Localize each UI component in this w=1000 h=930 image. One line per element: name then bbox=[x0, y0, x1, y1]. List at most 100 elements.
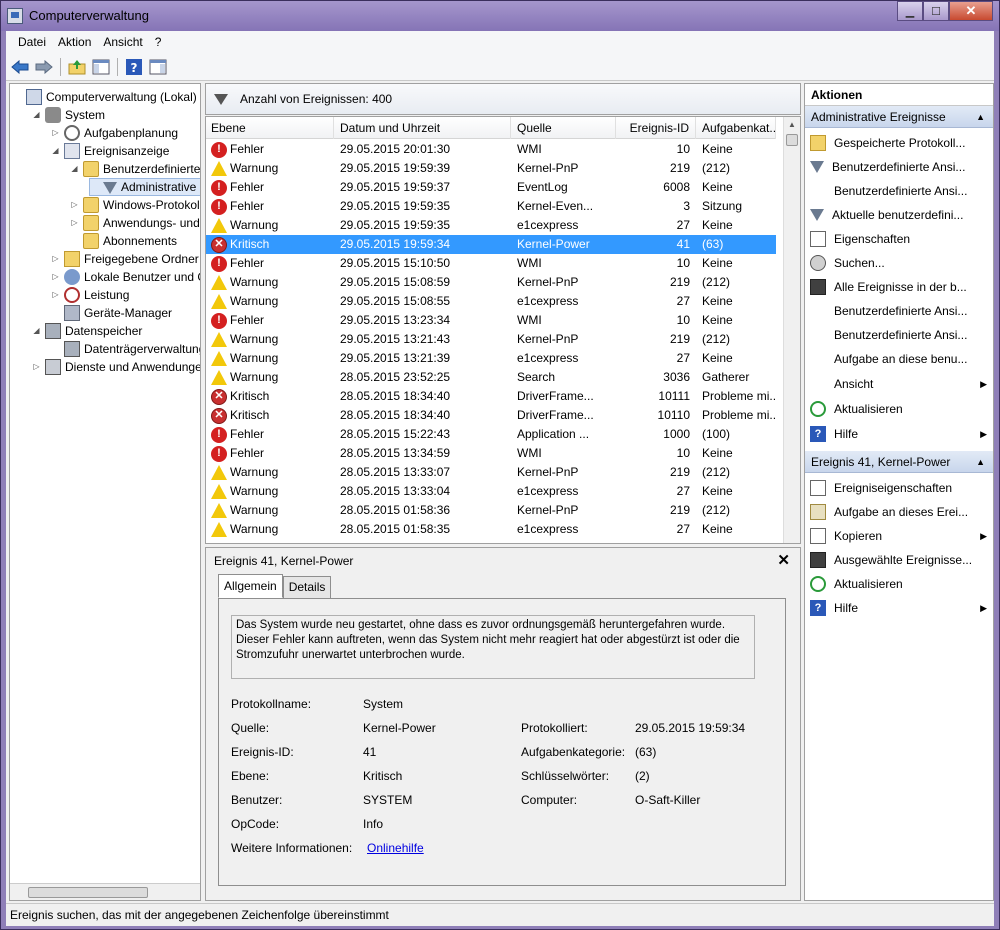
table-row[interactable]: ! Fehler 29.05.2015 19:59:37 EventLog 6008 Ke… bbox=[206, 178, 776, 197]
action-item[interactable]: Ereigniseigenschaften bbox=[805, 477, 993, 499]
column-header-quelle[interactable]: Quelle bbox=[511, 117, 616, 139]
detail-close-icon[interactable]: ✕ bbox=[777, 551, 790, 569]
tab-allgemein[interactable]: Allgemein bbox=[218, 574, 283, 598]
minimize-button[interactable]: ▁ bbox=[897, 1, 923, 21]
tree-node[interactable]: ◢ Benutzerdefinierte A bbox=[70, 160, 200, 178]
table-row[interactable]: Warnung 29.05.2015 15:08:59 Kernel-PnP 219 (… bbox=[206, 273, 776, 292]
action-item[interactable]: Benutzerdefinierte Ansi... bbox=[805, 156, 993, 178]
table-row[interactable]: Warnung 29.05.2015 13:21:39 e1cexpress 27 Ke… bbox=[206, 349, 776, 368]
action-item[interactable]: Benutzerdefinierte Ansi... bbox=[805, 180, 993, 202]
column-header-aufgabenkategorie[interactable]: Aufgabenkat... bbox=[696, 117, 776, 139]
table-row[interactable]: Warnung 28.05.2015 01:58:36 Kernel-PnP 219 (… bbox=[206, 501, 776, 520]
table-row[interactable]: Warnung 29.05.2015 13:21:43 Kernel-PnP 219 (… bbox=[206, 330, 776, 349]
table-row[interactable]: Warnung 29.05.2015 15:08:55 e1cexpress 27 Ke… bbox=[206, 292, 776, 311]
tree-node[interactable]: ▷ Aufgabenplanung bbox=[51, 124, 178, 142]
action-item[interactable]: Ansicht ▶ bbox=[805, 373, 993, 395]
menu-ansicht[interactable]: Ansicht bbox=[97, 35, 148, 49]
table-vertical-scrollbar[interactable]: ▲ bbox=[783, 117, 800, 543]
table-row[interactable]: Warnung 29.05.2015 19:59:35 e1cexpress 27 Ke… bbox=[206, 216, 776, 235]
expand-icon[interactable]: ▷ bbox=[32, 362, 41, 372]
action-item[interactable]: ? Hilfe ▶ bbox=[805, 423, 993, 445]
scroll-thumb[interactable] bbox=[786, 134, 798, 146]
tree-node[interactable]: Computerverwaltung (Lokal) bbox=[13, 88, 197, 106]
show-hide-tree-button[interactable] bbox=[91, 57, 111, 77]
menu-help[interactable]: ? bbox=[149, 35, 168, 49]
expand-icon[interactable]: ▷ bbox=[70, 200, 79, 210]
tree-node[interactable]: ▷ Anwendungs- und D bbox=[70, 214, 200, 232]
action-item[interactable]: Aufgabe an dieses Erei... bbox=[805, 501, 993, 523]
expand-icon[interactable]: ▷ bbox=[51, 290, 60, 300]
collapse-icon[interactable]: ◢ bbox=[51, 146, 60, 156]
tree-node[interactable]: ▷ Windows-Protokolle bbox=[70, 196, 200, 214]
table-row[interactable]: Warnung 28.05.2015 01:58:35 e1cexpress 27 Ke… bbox=[206, 520, 776, 539]
tree-node[interactable]: ▷ Leistung bbox=[51, 286, 129, 304]
expand-icon[interactable]: ▷ bbox=[51, 254, 60, 264]
onlinehilfe-link[interactable]: Onlinehilfe bbox=[367, 841, 424, 855]
action-item[interactable]: Suchen... bbox=[805, 252, 993, 274]
scroll-up-icon[interactable]: ▲ bbox=[784, 117, 800, 133]
event-table[interactable]: Ebene Datum und Uhrzeit Quelle Ereignis-… bbox=[205, 116, 801, 544]
table-row[interactable]: ! Fehler 28.05.2015 15:22:43 Application ..… bbox=[206, 425, 776, 444]
tree-node[interactable]: ▷ Dienste und Anwendungen bbox=[32, 358, 200, 376]
table-row[interactable]: ! Fehler 29.05.2015 15:10:50 WMI 10 Keine bbox=[206, 254, 776, 273]
action-item[interactable]: Aktualisieren bbox=[805, 398, 993, 420]
column-header-ebene[interactable]: Ebene bbox=[206, 117, 334, 139]
tree-node[interactable]: ◢ Datenspeicher bbox=[32, 322, 142, 340]
table-row[interactable]: ✕ Kritisch 29.05.2015 19:59:34 Kernel-Power… bbox=[206, 235, 776, 254]
forward-button[interactable] bbox=[34, 57, 54, 77]
actions-section-header[interactable]: Ereignis 41, Kernel-Power ▲ bbox=[805, 451, 993, 473]
collapse-section-icon[interactable]: ▲ bbox=[976, 451, 985, 473]
tree-node[interactable]: Geräte-Manager bbox=[51, 304, 172, 322]
action-item[interactable]: Benutzerdefinierte Ansi... bbox=[805, 324, 993, 346]
table-row[interactable]: ✕ Kritisch 28.05.2015 18:34:40 DriverFrame.… bbox=[206, 387, 776, 406]
table-row[interactable]: Warnung 28.05.2015 13:33:04 e1cexpress 27 Ke… bbox=[206, 482, 776, 501]
title-bar[interactable]: Computerverwaltung ▁ ☐ ✕ bbox=[1, 1, 999, 31]
console-tree[interactable]: Computerverwaltung (Lokal) ◢ System ▷ Aufgab… bbox=[9, 83, 201, 901]
back-button[interactable] bbox=[10, 57, 30, 77]
table-row[interactable]: ! Fehler 29.05.2015 13:23:34 WMI 10 Keine bbox=[206, 311, 776, 330]
table-row[interactable]: ! Fehler 29.05.2015 19:59:35 Kernel-Even...… bbox=[206, 197, 776, 216]
tab-details[interactable]: Details bbox=[282, 576, 332, 598]
collapse-icon[interactable]: ◢ bbox=[32, 110, 41, 120]
action-item[interactable]: Gespeicherte Protokoll... bbox=[805, 132, 993, 154]
action-item[interactable]: Ausgewählte Ereignisse... bbox=[805, 549, 993, 571]
tree-node[interactable]: Abonnements bbox=[70, 232, 177, 250]
table-row[interactable]: ! Fehler 29.05.2015 20:01:30 WMI 10 Keine bbox=[206, 140, 776, 159]
tree-node[interactable]: ◢ Ereignisanzeige bbox=[51, 142, 169, 160]
help-button[interactable]: ? bbox=[124, 57, 144, 77]
tree-node[interactable]: Datenträgerverwaltung bbox=[51, 340, 200, 358]
collapse-section-icon[interactable]: ▲ bbox=[976, 106, 985, 128]
table-row[interactable]: ! Fehler 28.05.2015 13:34:59 WMI 10 Keine bbox=[206, 444, 776, 463]
action-item[interactable]: Aktuelle benutzerdefini... bbox=[805, 204, 993, 226]
collapse-icon[interactable]: ◢ bbox=[32, 326, 41, 336]
action-item[interactable]: Kopieren ▶ bbox=[805, 525, 993, 547]
tree-node[interactable]: ▷ Freigegebene Ordner bbox=[51, 250, 199, 268]
action-item[interactable]: Aktualisieren bbox=[805, 573, 993, 595]
expand-icon[interactable]: ▷ bbox=[70, 218, 79, 228]
maximize-button[interactable]: ☐ bbox=[923, 1, 949, 21]
show-hide-action-pane-button[interactable] bbox=[148, 57, 168, 77]
table-row[interactable]: Warnung 28.05.2015 13:33:07 Kernel-PnP 219 (… bbox=[206, 463, 776, 482]
up-folder-button[interactable] bbox=[67, 57, 87, 77]
table-row[interactable]: Warnung 28.05.2015 23:52:25 Search 3036 Gath… bbox=[206, 368, 776, 387]
scroll-thumb[interactable] bbox=[28, 887, 148, 898]
collapse-icon[interactable]: ◢ bbox=[70, 164, 79, 174]
actions-section-header[interactable]: Administrative Ereignisse ▲ bbox=[805, 106, 993, 128]
event-description[interactable]: Das System wurde neu gestartet, ohne das… bbox=[231, 615, 755, 679]
menu-datei[interactable]: Datei bbox=[12, 35, 52, 49]
tree-node[interactable]: ◢ System bbox=[32, 106, 105, 124]
tree-node[interactable]: ▷ Lokale Benutzer und Gr bbox=[51, 268, 200, 286]
action-item[interactable]: ? Hilfe ▶ bbox=[805, 597, 993, 619]
action-item[interactable]: Benutzerdefinierte Ansi... bbox=[805, 300, 993, 322]
table-row[interactable]: ✕ Kritisch 28.05.2015 18:34:40 DriverFrame.… bbox=[206, 406, 776, 425]
expand-icon[interactable]: ▷ bbox=[51, 128, 60, 138]
table-row[interactable]: Warnung 29.05.2015 19:59:39 Kernel-PnP 219 (… bbox=[206, 159, 776, 178]
tree-horizontal-scrollbar[interactable] bbox=[10, 883, 200, 900]
expand-icon[interactable]: ▷ bbox=[51, 272, 60, 282]
action-item[interactable]: Aufgabe an diese benu... bbox=[805, 348, 993, 370]
action-item[interactable]: Alle Ereignisse in der b... bbox=[805, 276, 993, 298]
close-button[interactable]: ✕ bbox=[949, 1, 993, 21]
column-header-datum[interactable]: Datum und Uhrzeit bbox=[334, 117, 511, 139]
column-header-ereignis-id[interactable]: Ereignis-ID bbox=[616, 117, 696, 139]
action-item[interactable]: Eigenschaften bbox=[805, 228, 993, 250]
